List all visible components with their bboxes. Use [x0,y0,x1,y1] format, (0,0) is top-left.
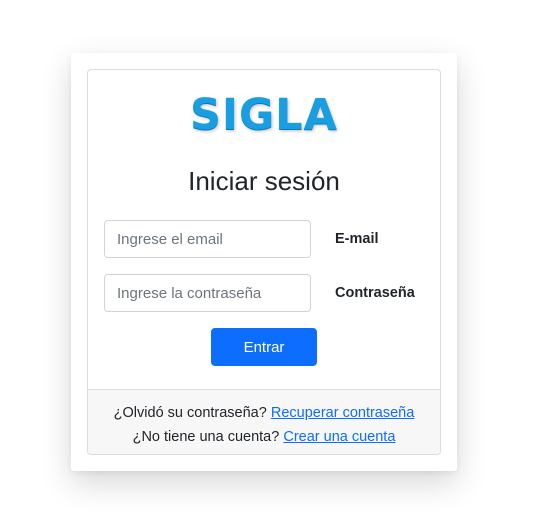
page-title: Iniciar sesión [188,166,340,196]
login-card: SIGLA Iniciar sesión E-mail Contraseña E… [87,69,441,455]
login-button[interactable]: Entrar [211,328,317,366]
card-footer: ¿Olvidó su contraseña? Recuperar contras… [88,389,440,454]
password-row: Contraseña [104,274,424,312]
password-field[interactable] [104,274,311,312]
sigla-logo: SIGLA [190,90,338,140]
recover-password-link[interactable]: Recuperar contraseña [271,405,414,421]
signup-line: ¿No tiene una cuenta? Crear una cuenta [88,425,440,449]
password-label: Contraseña [335,285,415,301]
forgot-password-text: ¿Olvidó su contraseña? [113,405,267,421]
forgot-password-line: ¿Olvidó su contraseña? Recuperar contras… [88,401,440,425]
login-container: SIGLA Iniciar sesión E-mail Contraseña E… [71,53,457,471]
email-label: E-mail [335,231,379,247]
email-field[interactable] [104,220,311,258]
create-account-link[interactable]: Crear una cuenta [283,429,395,445]
email-row: E-mail [104,220,424,258]
signup-text: ¿No tiene una cuenta? [132,429,280,445]
